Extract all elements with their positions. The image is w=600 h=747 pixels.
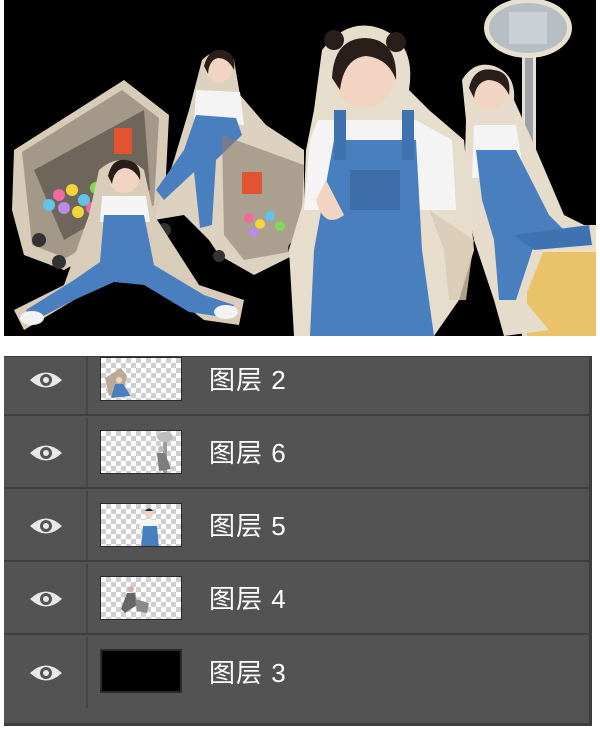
layer-name[interactable]: 图层 2 [209, 364, 287, 396]
layer-row-6[interactable]: 图层 6 [4, 418, 589, 489]
layer-name[interactable]: 图层 3 [209, 657, 287, 689]
canvas-artwork [12, 0, 596, 336]
girl-pushing-cutout [154, 49, 304, 275]
layer-thumbnail [100, 576, 182, 620]
layer-name[interactable]: 图层 6 [209, 437, 287, 469]
layer-thumbnail [100, 357, 182, 401]
layer-thumbnail [100, 649, 182, 693]
visibility-toggle[interactable] [4, 491, 88, 560]
visibility-toggle[interactable] [4, 637, 88, 708]
layer-thumbnail [100, 430, 182, 474]
visibility-toggle[interactable] [4, 564, 88, 633]
eye-icon [30, 445, 62, 460]
layer-row-4[interactable]: 图层 4 [4, 564, 589, 635]
document-canvas[interactable] [4, 0, 596, 336]
visibility-toggle[interactable] [4, 418, 88, 487]
layer-row-3[interactable]: 图层 3 [4, 637, 589, 708]
eye-icon [30, 518, 62, 533]
eye-icon [30, 372, 62, 387]
eye-icon [30, 591, 62, 606]
layer-name[interactable]: 图层 4 [209, 583, 287, 615]
layer-row-2[interactable]: 图层 2 [4, 357, 589, 416]
girl-center-cutout [289, 25, 474, 336]
eye-icon [30, 665, 62, 680]
layer-thumbnail [100, 503, 182, 547]
visibility-toggle[interactable] [4, 357, 88, 414]
layers-panel: 图层 2 图层 6 图层 5 图层 4 图层 3 [4, 356, 592, 726]
layer-row-5[interactable]: 图层 5 [4, 491, 589, 562]
layer-name[interactable]: 图层 5 [209, 510, 287, 542]
